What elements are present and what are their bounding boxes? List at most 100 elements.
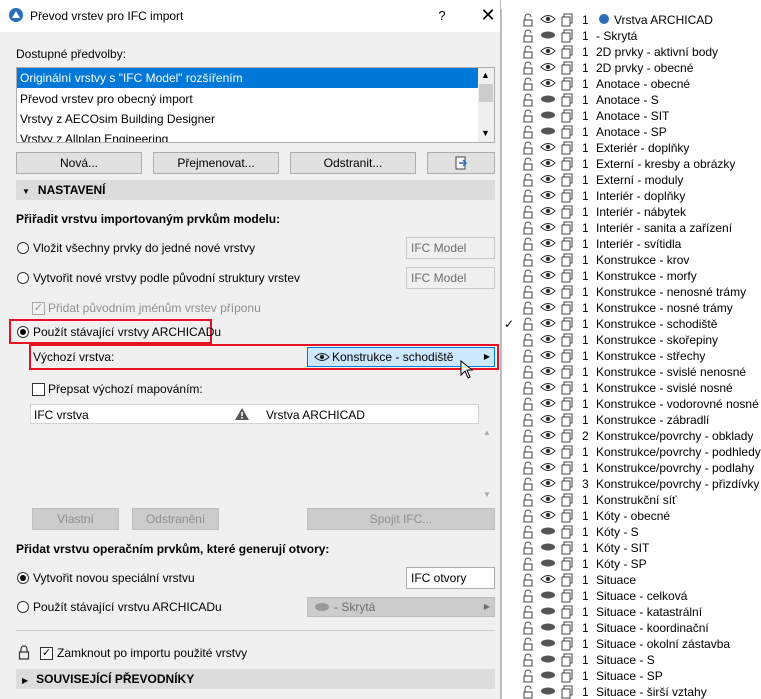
join-ifc-button[interactable]: Spojit IFC... [307,508,495,530]
layer-intersection-number: 1 [582,525,589,539]
remove-button[interactable]: Odstranění [132,508,219,530]
scroll-up-icon[interactable]: ▲ [481,70,490,80]
layer-menu-item[interactable]: 1 Exteriér - doplňky [502,140,761,156]
layer-menu-item[interactable]: 1 Konstrukce - svislé nosné [502,380,761,396]
eye-icon [540,175,556,183]
new-preset-button[interactable]: Nová... [16,152,142,174]
lock-icon [18,645,30,660]
layer-name: Situace [596,573,637,587]
layer-menu-item[interactable]: 1 Konstrukce - nosné trámy [502,300,761,316]
col-ifc-layer[interactable]: IFC vrstva [34,408,89,422]
openings-label: Přidat vrstvu operačním prvkům, které ge… [16,542,330,556]
layer-pages-icon [561,45,573,59]
table-scrollbar[interactable]: ▲ ▼ [479,424,495,504]
layer-menu-item[interactable]: 1 Anotace - SP [502,124,761,140]
add-suffix-checkbox[interactable]: ✓ [32,302,45,315]
close-button[interactable]: ✕ [476,4,500,26]
layer-menu-item[interactable]: 1 Situace - celková [502,588,761,604]
layer-name: Konstrukce - nosné trámy [596,301,733,315]
layer-menu-item[interactable]: 1 Konstrukce - skořepiny [502,332,761,348]
assign-layer-label: Přiřadit vrstvu importovaným prvkům mode… [16,212,281,226]
layer-menu-item[interactable]: 1 Konstrukce - krov [502,252,761,268]
special-layer-name-field[interactable]: IFC otvory [406,567,495,589]
layer-menu-item[interactable]: 1 - Skrytá [502,28,761,44]
radio-structure-layers[interactable] [17,272,29,284]
layer-menu-item[interactable]: 1 Interiér - doplňky [502,188,761,204]
layer-menu-item[interactable]: 1 Situace - okolní zástavba [502,636,761,652]
layer-menu-item[interactable]: 1 Interiér - svítidla [502,236,761,252]
layer-menu-item[interactable]: 1 Anotace - S [502,92,761,108]
override-mapping-checkbox[interactable] [32,383,45,396]
lock-layers-label: Zamknout po importu použité vrstvy [57,646,248,660]
related-converters-header[interactable]: ▶ SOUVISEJÍCÍ PŘEVODNÍKY [16,669,495,689]
layer-menu-item[interactable]: 1 Kóty - SIT [502,540,761,556]
single-layer-name-field[interactable]: IFC Model [406,237,495,259]
layer-menu-item[interactable]: 1 Anotace - SIT [502,108,761,124]
layer-menu-item[interactable]: 1 2D prvky - obecné [502,60,761,76]
lock-open-icon [523,77,533,91]
preset-item[interactable]: Vrstvy z Allplan Engineering [17,129,483,142]
layer-menu-item[interactable]: 1 2D prvky - aktivní body [502,44,761,60]
existing-openings-layer-dropdown[interactable]: - Skrytá ▶ [307,597,495,617]
layer-menu-item[interactable]: 3 Konstrukce/povrchy - přizdívky [502,476,761,492]
lock-open-icon [523,381,533,395]
layer-pages-icon [561,29,573,43]
layer-menu-item[interactable]: 1 Situace [502,572,761,588]
delete-preset-button[interactable]: Odstranit... [290,152,416,174]
layer-menu-item[interactable]: 1 Externí - kresby a obrázky [502,156,761,172]
layer-menu-item[interactable]: 1 Kóty - obecné [502,508,761,524]
layer-menu-item[interactable]: 1 Interiér - sanita a zařízení [502,220,761,236]
eye-icon [314,353,330,361]
own-button[interactable]: Vlastní [32,508,119,530]
lock-open-icon [523,477,533,491]
eye-icon [540,143,556,151]
preset-item[interactable]: Originální vrstvy s "IFC Model" rozšířen… [17,68,483,88]
layer-menu-item[interactable]: 1 Kóty - SP [502,556,761,572]
layer-menu-item[interactable]: 1 Externí - moduly [502,172,761,188]
layer-menu-item[interactable]: 1 Konstrukce - střechy [502,348,761,364]
help-button[interactable]: ? [432,6,452,26]
lock-layers-checkbox[interactable]: ✓ [40,647,53,660]
layer-name: Kóty - S [596,525,639,539]
layer-menu-item[interactable]: 1 Situace - koordinační [502,620,761,636]
col-archicad-layer[interactable]: Vrstva ARCHICAD [266,408,365,422]
layer-menu-item[interactable]: 1 Situace - širší vztahy [502,684,761,699]
scroll-down-icon[interactable]: ▼ [481,128,490,138]
layer-menu-item[interactable]: ✓ 1 Konstrukce - schodiště [502,316,761,332]
layer-name: Konstrukce/povrchy - podlahy [596,461,755,475]
radio-use-existing-layer[interactable] [17,601,29,613]
presets-list[interactable]: Originální vrstvy s "IFC Model" rozšířen… [16,67,495,143]
layer-intersection-number: 1 [582,205,589,219]
layer-menu-item[interactable]: 1 Konstrukce - zábradlí [502,412,761,428]
preset-item[interactable]: Vrstvy z AECOsim Building Designer [17,109,483,129]
layer-menu-item[interactable]: 1 Konstrukční síť [502,492,761,508]
layer-menu-item[interactable]: 1 Situace - katastrální [502,604,761,620]
layer-menu-item[interactable]: 1 Konstrukce - nenosné trámy [502,284,761,300]
scroll-thumb[interactable] [479,84,493,102]
radio-existing-layers[interactable] [17,326,29,338]
layer-menu-item[interactable]: 1 Konstrukce/povrchy - podlahy [502,460,761,476]
layer-menu-item[interactable]: 1 Konstrukce - svislé nenosné [502,364,761,380]
layer-menu-item[interactable]: 1 Anotace - obecné [502,76,761,92]
layer-menu-item[interactable]: 1 Kóty - S [502,524,761,540]
scroll-up-icon[interactable]: ▲ [483,428,491,437]
layer-menu-item[interactable]: 1 Situace - SP [502,668,761,684]
structure-suffix-field[interactable]: IFC Model [406,267,495,289]
radio-single-layer[interactable] [17,242,29,254]
layer-menu-item[interactable]: 1 Interiér - nábytek [502,204,761,220]
radio-new-special-layer[interactable] [17,572,29,584]
preset-item[interactable]: Převod vrstev pro obecný import [17,89,483,109]
layer-menu-item[interactable]: 1 Konstrukce - morfy [502,268,761,284]
presets-scrollbar[interactable]: ▲ ▼ [478,68,494,142]
layer-name: Konstrukce - morfy [596,269,697,283]
lock-open-icon [523,621,533,635]
layer-menu-item[interactable]: 1 Situace - S [502,652,761,668]
lock-open-icon [523,269,533,283]
export-preset-button[interactable] [427,152,495,174]
layer-menu-item[interactable]: 1 Konstrukce/povrchy - podhledy [502,444,761,460]
layer-menu-item[interactable]: 2 Konstrukce/povrchy - obklady [502,428,761,444]
layer-menu-item[interactable]: 1 Konstrukce - vodorovné nosné [502,396,761,412]
rename-preset-button[interactable]: Přejmenovat... [153,152,279,174]
settings-section-header[interactable]: ▼ NASTAVENÍ [16,180,495,200]
scroll-down-icon[interactable]: ▼ [483,490,491,499]
